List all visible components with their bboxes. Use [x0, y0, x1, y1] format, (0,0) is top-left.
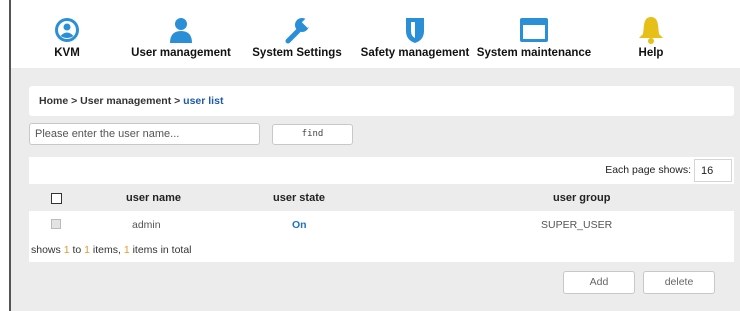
- nav-safety-management[interactable]: Safety management: [359, 0, 471, 68]
- search-input[interactable]: [29, 123, 260, 145]
- kvm-icon: [55, 18, 79, 42]
- bell-icon: [639, 17, 663, 44]
- nav-system-maintenance-label: System maintenance: [476, 47, 592, 59]
- header-user-group: user group: [553, 192, 611, 204]
- breadcrumb-section[interactable]: User management: [80, 95, 171, 107]
- nav-system-settings-label: System Settings: [252, 47, 342, 59]
- add-button[interactable]: Add: [563, 271, 635, 294]
- header-user-name: user name: [126, 192, 182, 204]
- shield-icon: [406, 18, 424, 43]
- main-panel: Home > User management > user list find …: [11, 68, 740, 311]
- breadcrumb-separator: >: [68, 95, 81, 107]
- page-size-bar: Each page shows:: [29, 157, 734, 184]
- table-row[interactable]: admin On SUPER_USER: [29, 211, 734, 238]
- nav-help[interactable]: Help: [626, 0, 676, 68]
- table-header: user name user state user group: [29, 187, 734, 211]
- user-icon: [170, 18, 192, 43]
- header-user-state: user state: [273, 192, 325, 204]
- row-checkbox[interactable]: [51, 219, 61, 229]
- nav-system-settings[interactable]: System Settings: [247, 0, 347, 68]
- breadcrumb-separator: >: [171, 95, 184, 107]
- summary-to-word: to: [69, 244, 85, 256]
- wrench-icon: [285, 17, 312, 44]
- cell-user-group: SUPER_USER: [541, 219, 613, 231]
- window-icon: [520, 18, 548, 42]
- nav-kvm-label: KVM: [54, 47, 80, 59]
- nav-help-label: Help: [638, 47, 664, 59]
- breadcrumb: Home > User management > user list: [29, 86, 734, 116]
- nav-kvm[interactable]: KVM: [37, 0, 97, 68]
- nav-user-management[interactable]: User management: [126, 0, 236, 68]
- pagination-summary: shows 1 to 1 items, 1 items in total: [29, 238, 734, 262]
- summary-suffix: items in total: [129, 244, 192, 256]
- page-size-label: Each page shows:: [605, 164, 691, 176]
- summary-prefix: shows: [31, 244, 64, 256]
- find-button[interactable]: find: [272, 124, 353, 145]
- select-all-checkbox[interactable]: [51, 193, 62, 204]
- delete-button[interactable]: delete: [643, 271, 715, 294]
- page-size-input[interactable]: [694, 159, 732, 182]
- breadcrumb-home[interactable]: Home: [39, 95, 68, 107]
- breadcrumb-current: user list: [183, 95, 224, 107]
- top-navigation: KVM User management System Settings Safe…: [11, 0, 740, 68]
- action-bar: Add delete: [29, 262, 734, 300]
- cell-user-name: admin: [132, 219, 161, 231]
- cell-user-state: On: [292, 219, 307, 231]
- nav-user-management-label: User management: [131, 47, 231, 59]
- nav-safety-management-label: Safety management: [360, 47, 470, 59]
- nav-system-maintenance[interactable]: System maintenance: [474, 0, 594, 68]
- summary-items-word: items,: [89, 244, 124, 256]
